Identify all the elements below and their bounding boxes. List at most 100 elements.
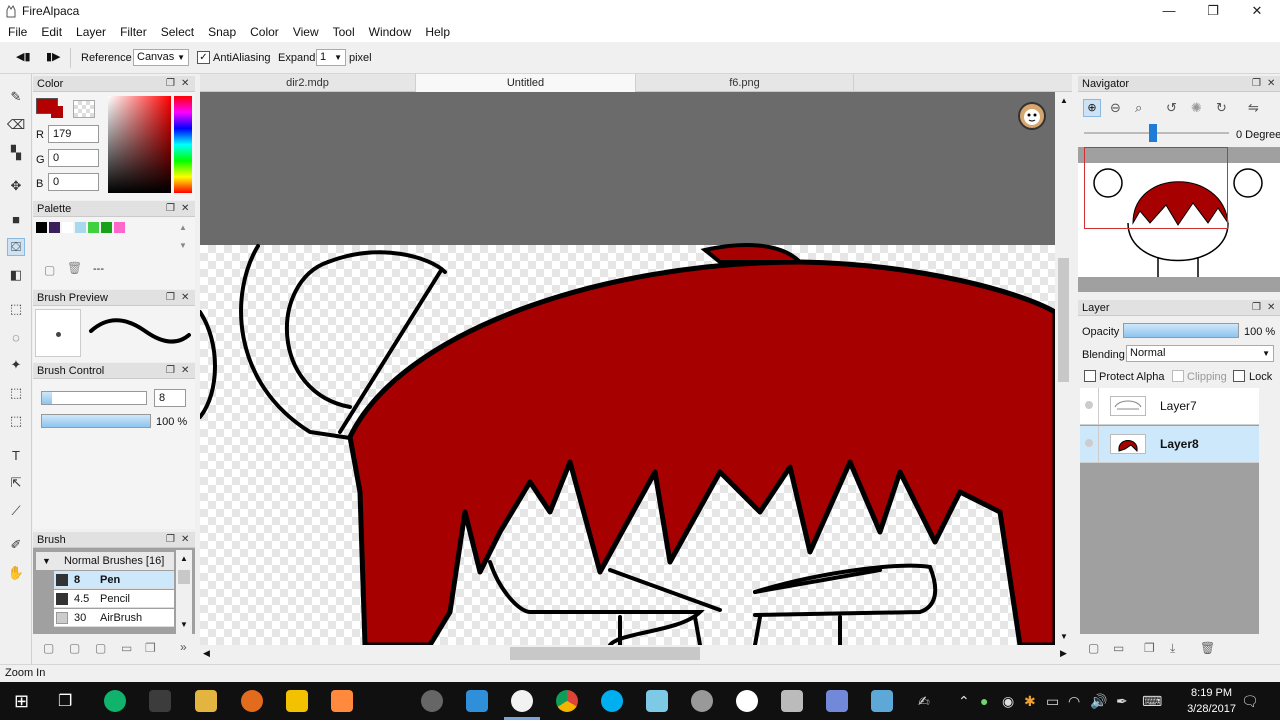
- alpaca-tool-icon[interactable]: [421, 690, 443, 712]
- text-tool-icon[interactable]: T: [7, 446, 25, 464]
- palette-swatch[interactable]: [101, 222, 112, 233]
- brush-opacity-slider[interactable]: [41, 414, 151, 428]
- menu-layer[interactable]: Layer: [76, 25, 106, 39]
- visibility-eye-icon[interactable]: [1085, 439, 1093, 447]
- zoom-in-icon[interactable]: ⊕: [1083, 99, 1101, 117]
- pen-tool-icon[interactable]: ✎: [7, 88, 25, 106]
- antialiasing-checkbox[interactable]: ✓: [197, 51, 210, 64]
- windows-start-icon[interactable]: ⊞: [14, 691, 29, 712]
- maximize-button[interactable]: ❐: [1191, 0, 1235, 22]
- menu-edit[interactable]: Edit: [41, 25, 62, 39]
- float-icon[interactable]: ❐: [166, 363, 175, 379]
- drawing-canvas[interactable]: [200, 92, 1055, 645]
- menu-select[interactable]: Select: [161, 25, 194, 39]
- tab-f6[interactable]: f6.png: [636, 74, 854, 92]
- menu-filter[interactable]: Filter: [120, 25, 147, 39]
- dot-tool-icon[interactable]: ▚: [7, 144, 25, 162]
- lasso-tool-icon[interactable]: ◌: [7, 328, 25, 346]
- close-icon[interactable]: ✕: [181, 532, 189, 548]
- r-input[interactable]: 179: [48, 125, 99, 143]
- google-icon[interactable]: [736, 690, 758, 712]
- divide-tool-icon[interactable]: ⟋: [7, 502, 25, 520]
- b-input[interactable]: 0: [48, 173, 99, 191]
- secondary-color-swatch[interactable]: [51, 106, 63, 118]
- alpaca-mascot-icon[interactable]: [1018, 102, 1046, 130]
- float-icon[interactable]: ❐: [166, 532, 175, 548]
- notes-app-icon[interactable]: [646, 690, 668, 712]
- navigator-preview[interactable]: [1078, 147, 1280, 292]
- chevron-down-icon[interactable]: ▼: [180, 620, 188, 629]
- edit-brush-icon[interactable]: ▢: [69, 641, 80, 655]
- palette-more[interactable]: ---: [93, 263, 104, 275]
- skype-icon[interactable]: [601, 690, 623, 712]
- chevron-up-icon[interactable]: ▲: [180, 554, 188, 563]
- media-player-icon[interactable]: [331, 690, 353, 712]
- app-window-icon[interactable]: [466, 690, 488, 712]
- folder-icon[interactable]: ▭: [121, 641, 132, 655]
- notifications-icon[interactable]: 🗨: [1241, 693, 1259, 710]
- navigator-viewport-rect[interactable]: [1084, 147, 1228, 229]
- volume-icon[interactable]: 🔊: [1090, 693, 1107, 710]
- app-icon-gray[interactable]: [691, 690, 713, 712]
- chevron-down-icon[interactable]: ▼: [179, 241, 187, 250]
- close-icon[interactable]: ✕: [181, 363, 189, 379]
- visibility-eye-icon[interactable]: [1085, 401, 1093, 409]
- discord-icon[interactable]: [826, 690, 848, 712]
- hand-tool-icon[interactable]: ✋: [7, 564, 25, 582]
- canvas-horizontal-scrollbar[interactable]: ◀ ▶: [200, 645, 1072, 663]
- palette-swatch[interactable]: [75, 222, 86, 233]
- float-icon[interactable]: ❐: [1252, 300, 1261, 316]
- rotation-slider-thumb[interactable]: [1149, 124, 1157, 142]
- move-tool-icon[interactable]: ✥: [7, 177, 25, 195]
- brush-item-pen[interactable]: 8 Pen: [54, 571, 174, 589]
- reset-rotation-icon[interactable]: ✺: [1191, 100, 1202, 116]
- wifi-icon[interactable]: ◠: [1068, 693, 1080, 710]
- close-icon[interactable]: ✕: [181, 201, 189, 217]
- float-icon[interactable]: ❐: [166, 76, 175, 92]
- new-page-icon[interactable]: ▢: [44, 263, 55, 277]
- keyboard-icon[interactable]: ⌨: [1142, 693, 1162, 710]
- new-folder-icon[interactable]: ▭: [1113, 641, 1124, 655]
- taskbar-clock[interactable]: 8:19 PM 3/28/2017: [1187, 685, 1236, 717]
- select-pen-icon[interactable]: ⬚: [7, 384, 25, 402]
- menu-file[interactable]: File: [8, 25, 27, 39]
- brush-item-airbrush[interactable]: 30 AirBrush: [54, 609, 174, 627]
- new-layer-icon[interactable]: ▢: [1088, 641, 1099, 655]
- reference-dropdown[interactable]: Canvas ▼: [133, 49, 189, 66]
- vectorize-app-icon[interactable]: [286, 690, 308, 712]
- ink-icon[interactable]: ✒: [1116, 693, 1128, 710]
- chrome-icon[interactable]: [556, 690, 578, 712]
- close-button[interactable]: ✕: [1235, 0, 1279, 22]
- clipping-checkbox[interactable]: [1172, 370, 1184, 382]
- menu-help[interactable]: Help: [425, 25, 450, 39]
- blending-dropdown[interactable]: Normal ▼: [1126, 345, 1274, 362]
- eraser-tool-icon[interactable]: ⌫: [7, 116, 25, 134]
- bucket-tool-icon[interactable]: ⛋: [7, 238, 25, 256]
- zoom-fit-icon[interactable]: ⌕: [1135, 100, 1142, 116]
- chevron-up-icon[interactable]: ⌃: [958, 693, 970, 710]
- merge-layer-icon[interactable]: ⤓: [1170, 641, 1175, 656]
- close-icon[interactable]: ✕: [1267, 76, 1275, 92]
- layer-row-layer8[interactable]: Layer8: [1080, 426, 1259, 463]
- chevron-down-icon[interactable]: ▼: [1060, 632, 1068, 641]
- menu-window[interactable]: Window: [369, 25, 412, 39]
- expand-dropdown[interactable]: 1 ▼: [316, 49, 346, 66]
- layer-opacity-slider[interactable]: [1123, 323, 1239, 338]
- firealpaca-taskbar-icon[interactable]: [511, 690, 533, 712]
- app-icon[interactable]: [149, 690, 171, 712]
- chevron-up-icon[interactable]: ▲: [179, 223, 187, 232]
- saturation-value-picker[interactable]: [108, 96, 171, 193]
- pen-tray-icon[interactable]: ✍: [918, 693, 930, 710]
- palette-swatch[interactable]: [88, 222, 99, 233]
- zoom-out-icon[interactable]: ⊖: [1110, 100, 1121, 116]
- close-icon[interactable]: ✕: [181, 290, 189, 306]
- hue-slider[interactable]: [174, 96, 192, 193]
- select-eraser-icon[interactable]: ⬚: [7, 412, 25, 430]
- palette-swatch[interactable]: [49, 222, 60, 233]
- magic-wand-icon[interactable]: ✦: [7, 356, 25, 374]
- brush-size-input[interactable]: 8: [154, 389, 186, 407]
- tab-untitled[interactable]: Untitled: [416, 74, 636, 92]
- menu-view[interactable]: View: [293, 25, 319, 39]
- close-icon[interactable]: ✕: [181, 76, 189, 92]
- palette-swatch[interactable]: [114, 222, 125, 233]
